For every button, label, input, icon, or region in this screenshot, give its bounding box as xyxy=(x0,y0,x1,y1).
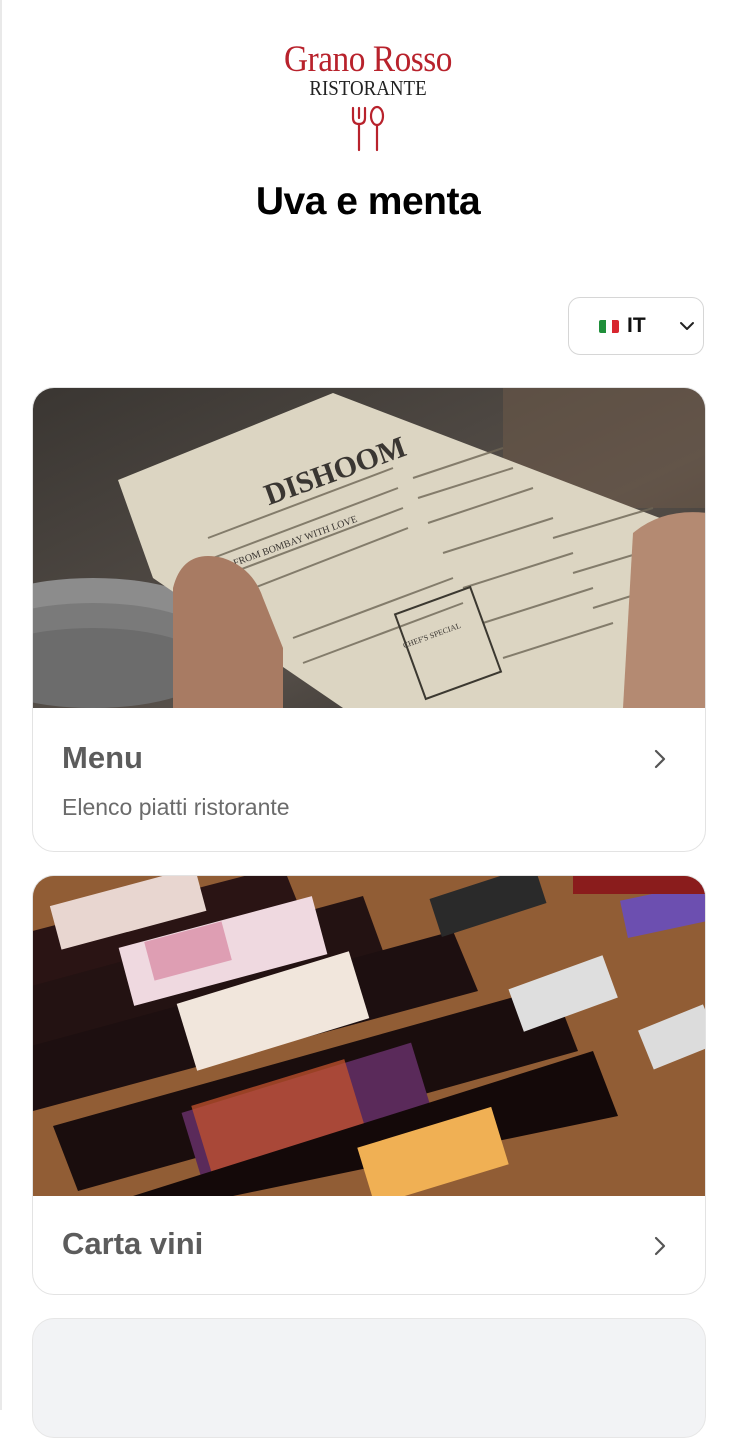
logo-subtitle: RISTORANTE xyxy=(309,76,427,100)
wine-list-card[interactable]: Carta vini xyxy=(32,875,706,1295)
menu-card-title: Menu xyxy=(62,740,143,775)
placeholder-card[interactable] xyxy=(32,1318,706,1438)
italy-flag-icon xyxy=(599,319,619,333)
menu-card[interactable]: DISHOOM FROM BOMBAY WITH LOVE CHEF'S SPE… xyxy=(32,387,706,852)
wine-list-card-title: Carta vini xyxy=(62,1226,204,1261)
chevron-right-icon xyxy=(653,748,667,775)
restaurant-logo: Grano Rosso RISTORANTE xyxy=(0,40,736,158)
menu-card-description: Elenco piatti ristorante xyxy=(62,794,290,820)
language-code: IT xyxy=(627,314,646,337)
chevron-down-icon xyxy=(679,318,695,339)
menu-photo: DISHOOM FROM BOMBAY WITH LOVE CHEF'S SPE… xyxy=(33,388,705,708)
logo-brand-name: Grano Rosso xyxy=(283,39,453,80)
wine-bottles-photo xyxy=(33,876,705,1206)
fork-spoon-icon xyxy=(0,105,736,158)
page-title: Uva e menta xyxy=(255,180,481,223)
language-select[interactable]: IT xyxy=(568,297,704,355)
chevron-right-icon xyxy=(653,1235,667,1262)
